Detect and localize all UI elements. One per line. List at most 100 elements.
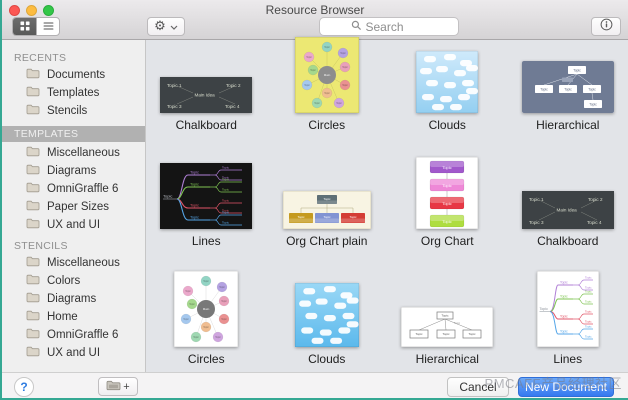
svg-text:Topic: Topic xyxy=(342,66,348,69)
list-view-button[interactable] xyxy=(36,18,59,35)
sidebar-item-omnigraffle-6[interactable]: OmniGraffle 6 xyxy=(2,326,145,344)
template-item-clouds-9[interactable]: Clouds xyxy=(267,250,388,368)
sidebar-item-miscellaneous[interactable]: Miscellaneous xyxy=(2,144,145,162)
template-thumbnail-org-plain[interactable]: Topic Topic Topic Topic xyxy=(282,190,372,230)
template-thumbnail-chalkboard-dark[interactable]: Topic 1 Topic 2 Main Idea Topic 3 Topic 4 xyxy=(160,77,253,113)
sidebar-item-colors[interactable]: Colors xyxy=(2,272,145,290)
svg-text:Main Idea: Main Idea xyxy=(195,93,216,98)
svg-text:Topic: Topic xyxy=(203,280,209,283)
template-label: Lines xyxy=(191,234,221,248)
new-document-button[interactable]: New Document xyxy=(518,376,614,397)
svg-text:Topic 1: Topic 1 xyxy=(167,83,182,88)
svg-text:Topic: Topic xyxy=(442,314,450,318)
cancel-button[interactable]: Cancel xyxy=(447,376,509,397)
template-item-lines-11[interactable]: Topic Topic Topic Topic Topic Topic Topic Topic… xyxy=(508,250,628,368)
template-thumbnail-circles-white[interactable]: Topic Topic Topic Topic Topic Topic Topic Topic… xyxy=(173,270,239,348)
template-thumbnail-org-chart[interactable]: Topic Topic Topic Topic xyxy=(415,156,479,230)
sidebar-item-paper-sizes[interactable]: Paper Sizes xyxy=(2,198,145,216)
template-label: Lines xyxy=(553,352,583,366)
folder-icon xyxy=(26,310,40,324)
chevron-down-icon xyxy=(170,18,178,36)
svg-text:Main: Main xyxy=(203,307,210,311)
folder-icon xyxy=(26,328,40,342)
svg-text:Topic 4: Topic 4 xyxy=(225,104,240,109)
template-label: Circles xyxy=(308,118,346,132)
sidebar-item-miscellaneous[interactable]: Miscellaneous xyxy=(2,254,145,272)
svg-text:Topic: Topic xyxy=(222,211,230,215)
svg-text:Main Idea: Main Idea xyxy=(556,208,577,213)
svg-text:Topic 4: Topic 4 xyxy=(587,220,602,225)
window-title: Resource Browser xyxy=(265,3,365,17)
svg-text:Topic: Topic xyxy=(585,335,592,339)
template-thumbnail-lines-black[interactable]: Topic Topic Topic Topic Topic Topic Topic Topic… xyxy=(160,163,253,229)
svg-text:Topic: Topic xyxy=(585,276,592,280)
svg-text:Topic: Topic xyxy=(342,84,348,87)
template-thumbnail-chalkboard-dark2[interactable]: Topic 1 Topic 2 Main Idea Topic 3 Topic 4 xyxy=(521,191,614,229)
sidebar-item-label: Colors xyxy=(47,275,81,287)
sidebar-item-ux-and-ui[interactable]: UX and UI xyxy=(2,344,145,362)
sidebar-item-documents[interactable]: Documents xyxy=(2,66,145,84)
folder-icon xyxy=(26,292,40,306)
template-item-chalkboard-7[interactable]: Topic 1 Topic 2 Main Idea Topic 3 Topic 4 C… xyxy=(508,134,628,250)
sidebar-item-stencils[interactable]: Stencils xyxy=(2,102,145,120)
svg-text:Topic: Topic xyxy=(443,165,452,170)
folder-icon xyxy=(26,164,40,178)
template-label: Clouds xyxy=(428,118,466,132)
search-icon xyxy=(351,18,362,36)
template-thumbnail-hier-slate[interactable]: Topic Topic Topic Topic Topic xyxy=(521,61,614,113)
grid-view-button[interactable] xyxy=(13,18,36,35)
footer-left: ? + xyxy=(2,376,146,397)
svg-text:Topic: Topic xyxy=(193,336,199,339)
template-item-circles-8[interactable]: Topic Topic Topic Topic Topic Topic Topic Topic… xyxy=(146,250,267,368)
sidebar-item-label: Paper Sizes xyxy=(47,201,110,213)
help-button[interactable]: ? xyxy=(14,376,34,397)
template-item-org-chart-6[interactable]: Topic Topic Topic Topic Org Chart xyxy=(387,134,508,250)
sidebar-item-omnigraffle-6[interactable]: OmniGraffle 6 xyxy=(2,180,145,198)
svg-text:Main: Main xyxy=(323,73,330,77)
template-item-circles-1[interactable]: Topic Topic Topic Topic Topic Topic Topic Topic… xyxy=(267,36,388,134)
template-item-lines-4[interactable]: Topic Topic Topic Topic Topic Topic Topic Topic… xyxy=(146,134,267,250)
search-input[interactable] xyxy=(365,19,428,34)
template-item-chalkboard-0[interactable]: Topic 1 Topic 2 Main Idea Topic 3 Topic 4 C… xyxy=(146,42,267,134)
sidebar: RECENTS Documents Templates Stencils TEMPLAT… xyxy=(2,40,146,372)
svg-text:Topic: Topic xyxy=(222,221,230,225)
window-body: RECENTS Documents Templates Stencils TEMPLAT… xyxy=(2,36,628,372)
template-thumbnail-circles-yellow[interactable]: Topic Topic Topic Topic Topic Topic Topic Topic… xyxy=(294,36,360,114)
template-thumbnail-lines-white[interactable]: Topic Topic Topic Topic Topic Topic Topic Topic… xyxy=(536,270,600,348)
svg-text:Topic: Topic xyxy=(323,197,331,201)
template-item-org-chart-plain-5[interactable]: Topic Topic Topic Topic Org Chart plain xyxy=(267,134,388,250)
new-folder-button[interactable]: + xyxy=(98,377,138,396)
template-item-hierarchical-3[interactable]: Topic Topic Topic Topic Topic Hierarchical xyxy=(508,42,628,134)
sidebar-item-diagrams[interactable]: Diagrams xyxy=(2,290,145,308)
folder-icon xyxy=(26,182,40,196)
svg-text:Topic: Topic xyxy=(222,188,230,192)
view-mode-segmented-control xyxy=(12,17,60,36)
svg-text:Topic: Topic xyxy=(222,199,230,203)
sidebar-item-label: OmniGraffle 6 xyxy=(47,329,119,341)
search-field[interactable] xyxy=(319,17,459,36)
action-menu-button[interactable]: ⚙ xyxy=(147,17,185,36)
svg-text:Topic 2: Topic 2 xyxy=(226,83,241,88)
template-item-hierarchical-10[interactable]: Topic Topic Topic Topic Topic Hierarchical xyxy=(387,250,508,368)
sidebar-item-ux-and-ui[interactable]: UX and UI xyxy=(2,216,145,234)
template-item-clouds-2[interactable]: Clouds xyxy=(387,42,508,134)
folder-icon xyxy=(26,104,40,118)
svg-text:Topic: Topic xyxy=(443,201,452,206)
sidebar-item-diagrams[interactable]: Diagrams xyxy=(2,162,145,180)
template-thumbnail-hier-white[interactable]: Topic Topic Topic Topic Topic xyxy=(400,306,494,348)
template-grid: Topic 1 Topic 2 Main Idea Topic 3 Topic 4 C… xyxy=(146,36,628,368)
folder-icon xyxy=(26,274,40,288)
sidebar-item-templates[interactable]: Templates xyxy=(2,84,145,102)
template-thumbnail-clouds-light[interactable] xyxy=(415,50,479,114)
svg-text:Topic: Topic xyxy=(221,300,227,303)
template-label: Hierarchical xyxy=(536,118,600,132)
folder-icon xyxy=(26,146,40,160)
svg-text:Topic: Topic xyxy=(189,303,195,306)
info-icon xyxy=(600,18,613,36)
info-button[interactable] xyxy=(591,17,621,36)
sidebar-item-home[interactable]: Home xyxy=(2,308,145,326)
svg-text:Topic: Topic xyxy=(297,215,305,219)
template-label: Circles xyxy=(187,352,225,366)
sidebar-item-label: Stencils xyxy=(47,105,88,117)
template-thumbnail-clouds-blue[interactable] xyxy=(294,282,360,348)
